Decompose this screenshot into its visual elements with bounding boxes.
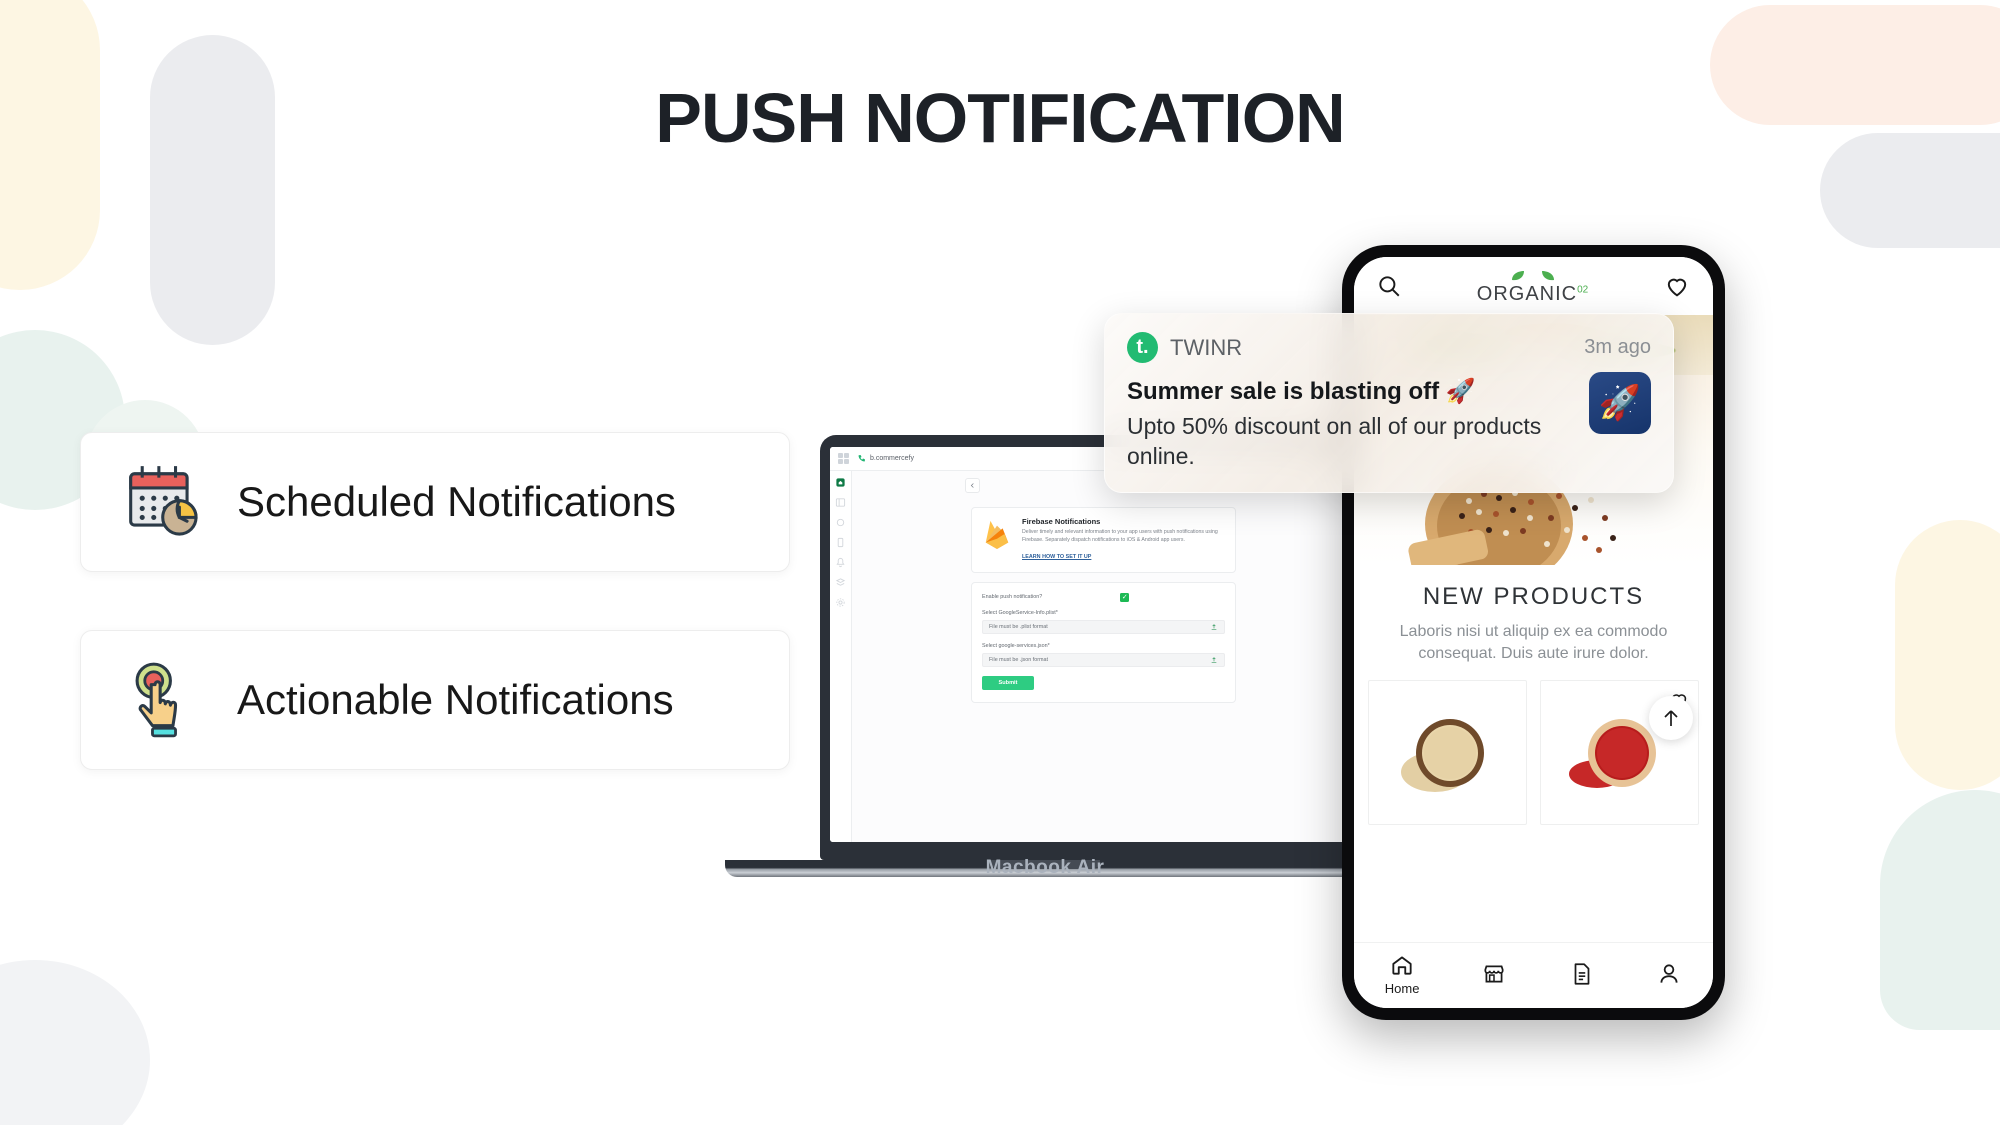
notification-app-name: TWINR	[1170, 334, 1243, 360]
twinr-logo-icon: t.	[1127, 332, 1158, 363]
firebase-icon	[985, 520, 1009, 549]
push-notification-card[interactable]: t. TWINR 3m ago Summer sale is blasting …	[1104, 313, 1674, 493]
feature-card-scheduled-notifications[interactable]: Scheduled Notifications	[80, 432, 790, 572]
tab-home[interactable]: Home	[1384, 952, 1420, 996]
plist-field-label: Select GoogleService-Info.plist*	[982, 609, 1058, 616]
tab-profile[interactable]	[1656, 961, 1682, 987]
enable-push-label: Enable push notification?	[982, 594, 1043, 601]
feature-label: Scheduled Notifications	[237, 478, 676, 525]
dashboard-app: b.commercefy 1.0.0	[830, 447, 1355, 842]
tab-store[interactable]	[1481, 961, 1507, 987]
learn-how-to-set-it-up-link[interactable]: LEARN HOW TO SET IT UP	[1022, 554, 1091, 560]
plist-placeholder: File must be .plist format	[989, 623, 1048, 630]
dashboard-main: Firebase Notifications Deliver timely an…	[852, 471, 1355, 842]
arrow-up-icon	[1664, 710, 1678, 727]
notification-header: t. TWINR 3m ago	[1127, 332, 1651, 363]
grid-menu-icon[interactable]	[838, 453, 849, 464]
feature-card-list: Scheduled Notifications Actionable Notif…	[80, 432, 790, 828]
upload-icon[interactable]	[1210, 623, 1218, 631]
laptop-body: b.commercefy 1.0.0	[820, 435, 1365, 860]
bg-shape-mint-right	[1880, 790, 2000, 1030]
json-field-label: Select google-services.json*	[982, 642, 1050, 649]
plist-file-input[interactable]: File must be .plist format	[982, 619, 1225, 634]
firebase-notifications-card: Firebase Notifications Deliver timely an…	[971, 507, 1236, 573]
logo-superscript: 02	[1577, 284, 1589, 296]
leaves-icon	[1511, 271, 1554, 281]
calendar-clock-icon	[123, 461, 205, 543]
feature-card-actionable-notifications[interactable]: Actionable Notifications	[80, 630, 790, 770]
phone-icon	[858, 455, 865, 462]
search-icon[interactable]	[1376, 273, 1402, 299]
new-products-title: NEW PRODUCTS	[1422, 583, 1645, 610]
enable-push-checkbox[interactable]: ✓	[1120, 592, 1130, 602]
circle-icon[interactable]	[835, 517, 846, 528]
tap-hand-icon	[123, 659, 205, 741]
new-products-subtitle: Laboris nisi ut aliquip ex ea commodo co…	[1399, 623, 1668, 662]
new-products-section: NEW PRODUCTS Laboris nisi ut aliquip ex …	[1354, 565, 1713, 674]
laptop-mockup: b.commercefy 1.0.0	[725, 435, 1365, 905]
home-icon	[1392, 955, 1412, 975]
notification-title: Summer sale is blasting off 🚀	[1127, 378, 1476, 405]
laptop-model-label: Macbook Air	[985, 857, 1105, 878]
document-icon	[1574, 962, 1589, 985]
tab-label: Home	[1384, 980, 1420, 996]
bowl-of-rice-image	[1400, 718, 1484, 792]
json-placeholder: File must be .json format	[989, 656, 1049, 663]
app-header: ORGANIC02	[1354, 257, 1713, 315]
chevron-left-icon	[970, 483, 974, 488]
back-button[interactable]	[965, 478, 980, 493]
product-card[interactable]	[1368, 680, 1527, 826]
store-icon	[1484, 965, 1504, 982]
home-icon[interactable]	[835, 477, 846, 488]
dashboard-body: Firebase Notifications Deliver timely an…	[830, 471, 1355, 842]
bell-icon[interactable]	[835, 557, 846, 568]
firebase-card-title: Firebase Notifications	[1022, 517, 1101, 526]
firebase-card-description: Deliver timely and relevant information …	[1022, 529, 1218, 543]
rocket-icon: 🚀	[1589, 372, 1651, 434]
feature-label: Actionable Notifications	[237, 676, 674, 723]
dashboard-brand-label: b.commercefy	[870, 455, 914, 462]
submit-button[interactable]: Submit	[982, 675, 1034, 690]
dashboard-brand: b.commercefy	[857, 454, 914, 463]
product-grid	[1354, 674, 1713, 826]
gear-icon[interactable]	[835, 597, 846, 608]
layout-icon[interactable]	[835, 497, 846, 508]
bg-shape-cream-right	[1895, 520, 2000, 790]
push-notification-form: Enable push notification? ✓ Select Googl…	[971, 581, 1236, 703]
tab-orders[interactable]	[1569, 961, 1595, 987]
notification-body: Upto 50% discount on all of our products…	[1127, 413, 1542, 469]
upload-icon[interactable]	[1210, 656, 1218, 664]
app-logo: ORGANIC02	[1477, 268, 1588, 304]
heart-icon[interactable]	[1663, 272, 1691, 300]
json-file-input[interactable]: File must be .json format	[982, 652, 1225, 667]
notification-time: 3m ago	[1584, 336, 1651, 358]
layers-icon[interactable]	[835, 577, 846, 588]
bg-shape-gray-bottom-left	[0, 960, 150, 1125]
logo-word: ORGANIC	[1476, 283, 1578, 305]
app-logo-text: ORGANIC02	[1477, 284, 1588, 304]
bottom-tab-bar: Home	[1354, 942, 1713, 1008]
person-icon	[1660, 963, 1678, 983]
laptop-screen: b.commercefy 1.0.0	[830, 447, 1355, 842]
dashboard-sidebar	[830, 471, 852, 842]
scroll-to-top-button[interactable]	[1649, 696, 1693, 741]
page-title: PUSH NOTIFICATION	[655, 79, 1345, 157]
mobile-icon[interactable]	[835, 537, 846, 548]
